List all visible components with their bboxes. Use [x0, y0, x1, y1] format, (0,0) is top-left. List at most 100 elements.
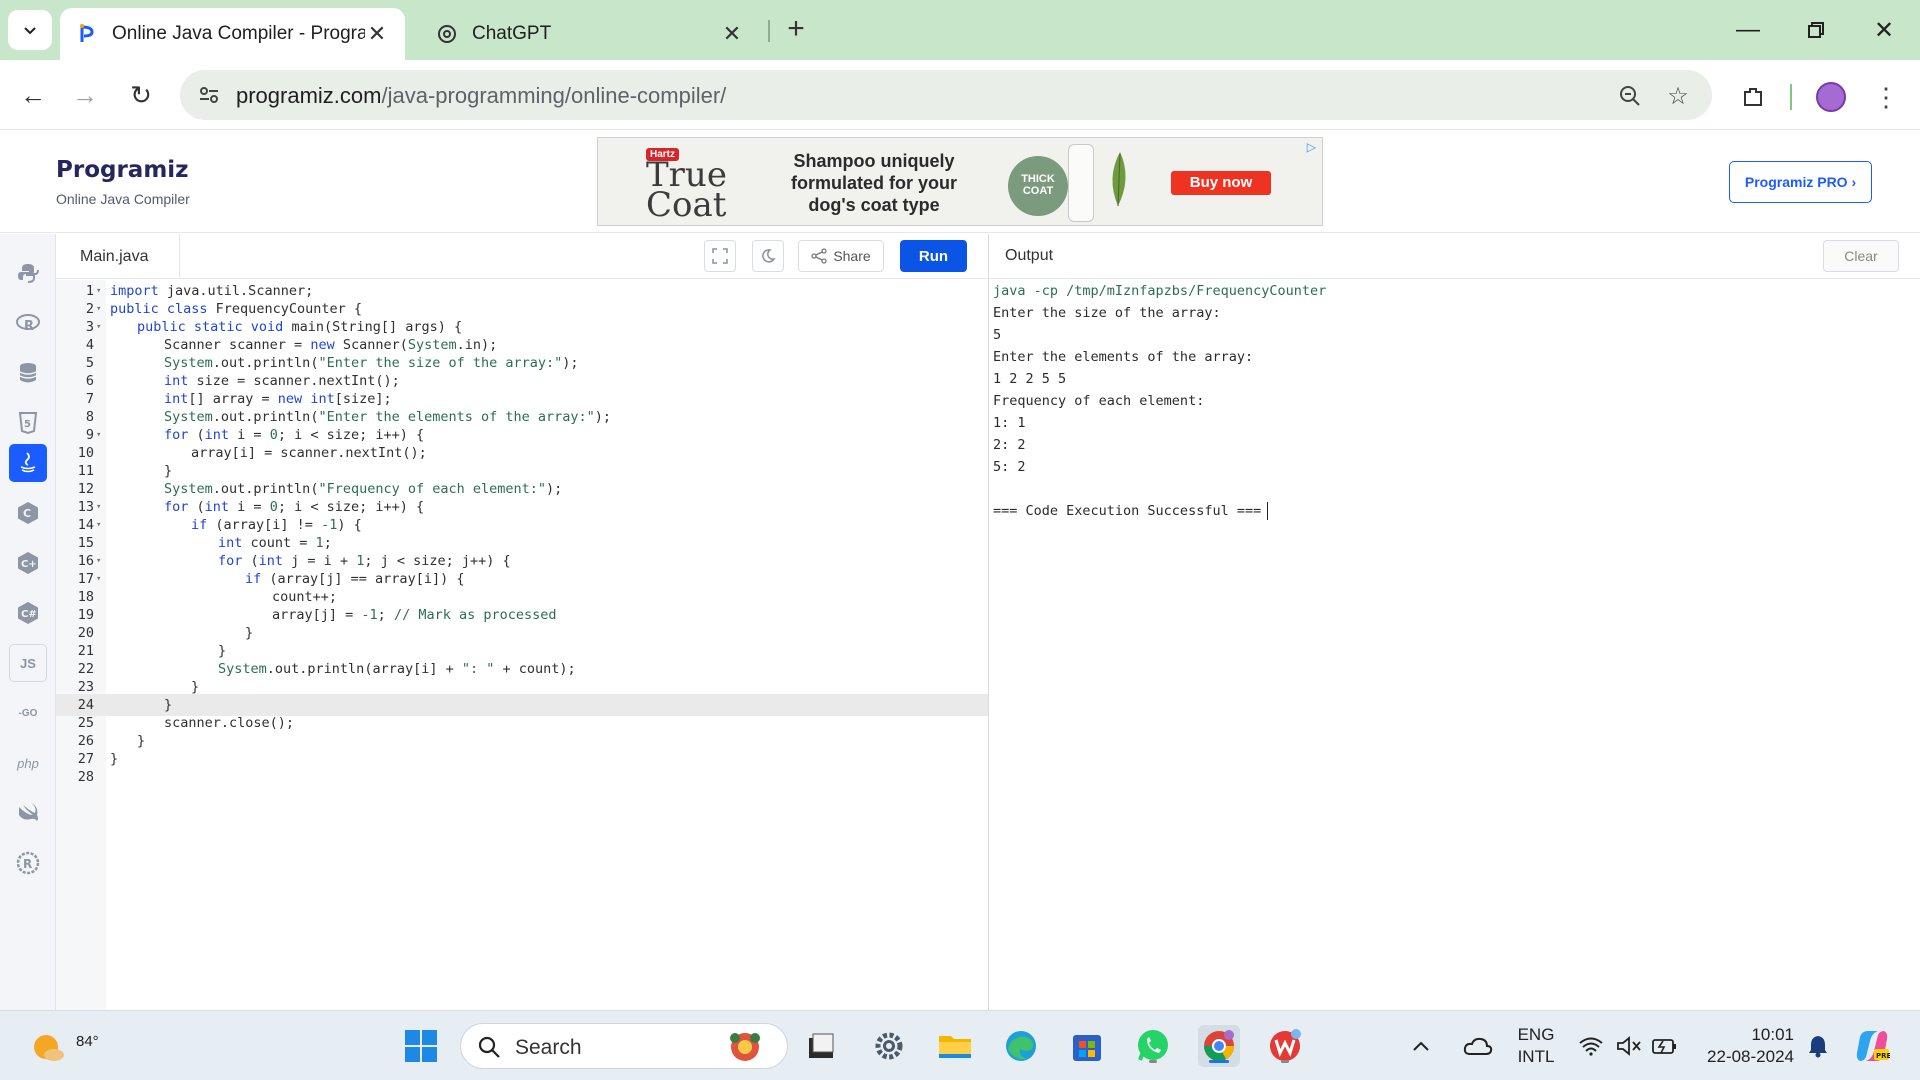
back-icon[interactable]: ← — [12, 74, 54, 116]
run-button[interactable]: Run — [900, 240, 967, 272]
input-language-indicator[interactable]: ENG INTL — [1506, 1024, 1566, 1068]
output-header: Output Clear — [989, 234, 1920, 279]
taskbar-search[interactable]: Search — [460, 1023, 788, 1069]
edge-browser-icon[interactable] — [1000, 1025, 1042, 1067]
share-button[interactable]: Share — [798, 240, 884, 272]
onedrive-cloud-icon[interactable] — [1460, 1025, 1496, 1067]
output-console[interactable]: java -cp /tmp/mIznfapzbs/FrequencyCounte… — [989, 280, 1920, 1010]
clock[interactable]: 10:01 22-08-2024 — [1696, 1024, 1794, 1068]
show-hidden-icons-chevron-up-icon[interactable] — [1406, 1025, 1436, 1067]
programiz-logo[interactable]: Programiz — [56, 157, 189, 183]
volume-muted-icon[interactable] — [1612, 1025, 1646, 1067]
fullscreen-icon[interactable] — [704, 240, 736, 272]
profile-avatar[interactable] — [1814, 80, 1848, 114]
close-window-icon[interactable]: ✕ — [1864, 10, 1904, 50]
output-title: Output — [1005, 247, 1054, 264]
ad-product-label: THICK COAT — [1008, 156, 1068, 216]
forward-icon[interactable]: → — [64, 74, 106, 116]
close-tab-icon[interactable]: ✕ — [720, 21, 744, 47]
csharp-icon[interactable]: C# — [9, 594, 47, 632]
editor-toolbar: Main.java Share Run — [56, 234, 988, 279]
ad-bottle-image — [1068, 144, 1094, 222]
browser-toolbar: ← → ↻ programiz.com/java-programming/onl… — [0, 60, 1920, 130]
svg-text:5: 5 — [24, 419, 31, 430]
file-explorer-icon[interactable] — [934, 1025, 976, 1067]
cpp-icon[interactable]: C+ — [9, 544, 47, 582]
swift-icon[interactable] — [9, 794, 47, 832]
running-indicator — [1149, 1060, 1157, 1063]
zoom-icon[interactable] — [1616, 82, 1644, 110]
extensions-icon[interactable] — [1736, 80, 1770, 114]
output-line: 5 — [993, 327, 1002, 343]
bookmark-star-icon[interactable]: ☆ — [1664, 82, 1692, 110]
file-explorer-alt-icon[interactable] — [800, 1025, 842, 1067]
toolbar-separator — [1790, 84, 1792, 110]
windows-start-icon[interactable] — [400, 1025, 442, 1067]
notification-bell-icon[interactable] — [1800, 1025, 1836, 1067]
file-tab-main-java[interactable]: Main.java — [56, 234, 180, 279]
windows-taskbar: 84° Search ENG INTL 10:01 22-08-2024 PRE — [0, 1010, 1920, 1080]
site-header: Programiz Online Java Compiler Hartz Tru… — [0, 131, 1920, 233]
weather-widget[interactable]: 84° — [28, 1023, 99, 1069]
c-icon[interactable]: C — [9, 494, 47, 532]
whatsapp-icon[interactable] — [1132, 1025, 1174, 1067]
sql-database-icon[interactable] — [9, 354, 47, 392]
java-icon[interactable] — [9, 444, 47, 482]
minimize-icon[interactable]: — — [1728, 10, 1768, 50]
site-info-icon[interactable] — [196, 82, 222, 108]
ad-brand: True Coat — [646, 155, 727, 225]
python-icon[interactable] — [9, 254, 47, 292]
reload-icon[interactable]: ↻ — [120, 74, 162, 116]
output-line: java -cp /tmp/mIznfapzbs/FrequencyCounte… — [993, 283, 1327, 299]
close-tab-icon[interactable]: ✕ — [365, 21, 389, 47]
html5-icon[interactable]: 5 — [9, 404, 47, 442]
svg-text:PRE: PRE — [1876, 1052, 1890, 1060]
output-line: Enter the elements of the array: — [993, 349, 1254, 365]
wifi-icon[interactable] — [1574, 1025, 1608, 1067]
active-app-indicator — [1209, 1060, 1229, 1063]
ad-buy-now-button[interactable]: Buy now — [1171, 171, 1271, 195]
code-line[interactable]: 28 — [56, 766, 988, 788]
svg-text:R: R — [24, 319, 34, 333]
ad-headline: Shampoo uniquely formulated for your dog… — [790, 151, 957, 215]
advertisement-banner[interactable]: Hartz True Coat Shampoo uniquely formulat… — [597, 137, 1323, 226]
line-number: 28 — [77, 769, 94, 785]
chevron-down-icon — [24, 27, 36, 35]
go-icon[interactable]: -GO — [9, 694, 47, 732]
new-tab-button[interactable]: + — [780, 14, 812, 46]
wps-office-icon[interactable] — [1264, 1025, 1306, 1067]
tab-chatgpt[interactable]: ChatGPT ✕ — [420, 8, 760, 60]
running-indicator — [1281, 1060, 1289, 1063]
copilot-icon[interactable]: PRE — [1850, 1025, 1894, 1067]
output-line: 1: 1 — [993, 415, 1026, 431]
php-icon[interactable]: php — [9, 744, 47, 782]
output-line: 2: 2 — [993, 437, 1026, 453]
tab-separator — [768, 20, 770, 42]
ad-choices-icon[interactable]: ▷ — [1307, 140, 1316, 154]
chrome-icon[interactable] — [1198, 1025, 1240, 1067]
address-bar[interactable]: programiz.com/java-programming/online-co… — [180, 70, 1712, 120]
search-icon — [478, 1036, 500, 1058]
battery-charging-icon[interactable] — [1648, 1025, 1682, 1067]
svg-text:C#: C# — [21, 609, 37, 620]
language-sidebar: R 5 C C+ C# JS -GO php R — [0, 234, 56, 1010]
programiz-pro-button[interactable]: Programiz PRO › — [1729, 161, 1872, 203]
javascript-icon[interactable]: JS — [9, 644, 47, 682]
dark-mode-moon-icon[interactable] — [752, 240, 784, 272]
settings-gear-icon[interactable] — [868, 1025, 910, 1067]
tab-programiz[interactable]: Online Java Compiler - Program ✕ — [60, 8, 405, 60]
code-editor[interactable]: 1 ▾ import java.util.Scanner; 2 ▾ public clas… — [56, 280, 988, 1010]
tab-search-button[interactable] — [8, 10, 52, 50]
r-icon[interactable]: R — [9, 304, 47, 342]
temperature: 84° — [76, 1033, 99, 1050]
output-line: Frequency of each element: — [993, 393, 1205, 409]
clear-button[interactable]: Clear — [1823, 240, 1899, 272]
output-line: 5: 2 — [993, 459, 1026, 475]
text-cursor — [1267, 502, 1268, 520]
output-line: 1 2 2 5 5 — [993, 371, 1067, 387]
browser-menu-icon[interactable]: ⋮ — [1872, 80, 1900, 114]
weather-sun-cloud-icon — [34, 1035, 64, 1061]
microsoft-store-icon[interactable] — [1066, 1025, 1108, 1067]
restore-icon[interactable] — [1796, 10, 1836, 50]
rust-icon[interactable]: R — [9, 844, 47, 882]
